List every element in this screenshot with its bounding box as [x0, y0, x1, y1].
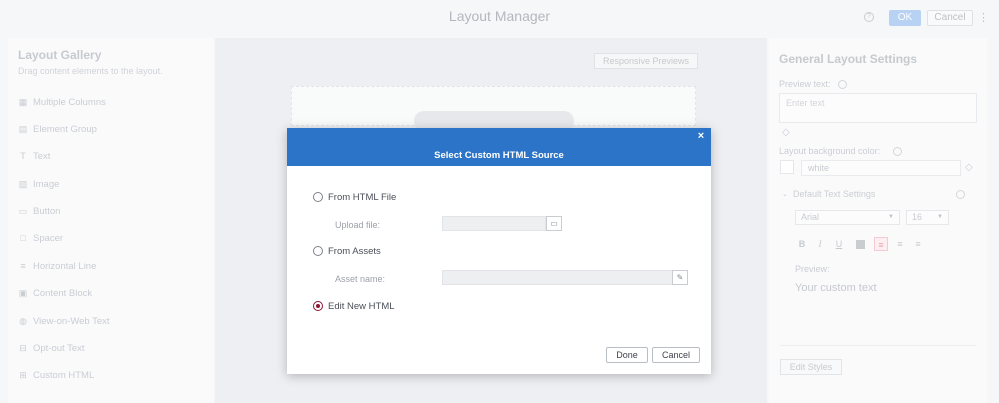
radio-button[interactable]	[313, 246, 323, 256]
dialog-header: Select Custom HTML Source ×	[287, 128, 711, 166]
folder-icon[interactable]: ▭	[546, 216, 562, 231]
asset-name-field	[442, 270, 673, 285]
done-button[interactable]: Done	[606, 347, 648, 363]
option-from-html-file[interactable]: From HTML File	[313, 190, 396, 204]
option-label: From HTML File	[328, 191, 397, 203]
option-from-assets[interactable]: From Assets	[313, 244, 381, 258]
upload-file-field	[442, 216, 546, 231]
close-icon[interactable]: ×	[695, 130, 707, 142]
radio-button-selected[interactable]	[313, 301, 323, 311]
asset-name-label: Asset name:	[335, 274, 386, 284]
pencil-icon[interactable]: ✎	[672, 270, 688, 285]
custom-html-source-dialog: Select Custom HTML Source × From HTML Fi…	[287, 128, 711, 374]
radio-button[interactable]	[313, 192, 323, 202]
cancel-button[interactable]: Cancel	[652, 347, 700, 363]
upload-file-label: Upload file:	[335, 220, 381, 230]
option-label: Edit New HTML	[328, 300, 395, 312]
option-edit-new-html[interactable]: Edit New HTML	[313, 299, 395, 313]
dialog-title: Select Custom HTML Source	[434, 150, 564, 161]
option-label: From Assets	[328, 245, 381, 257]
